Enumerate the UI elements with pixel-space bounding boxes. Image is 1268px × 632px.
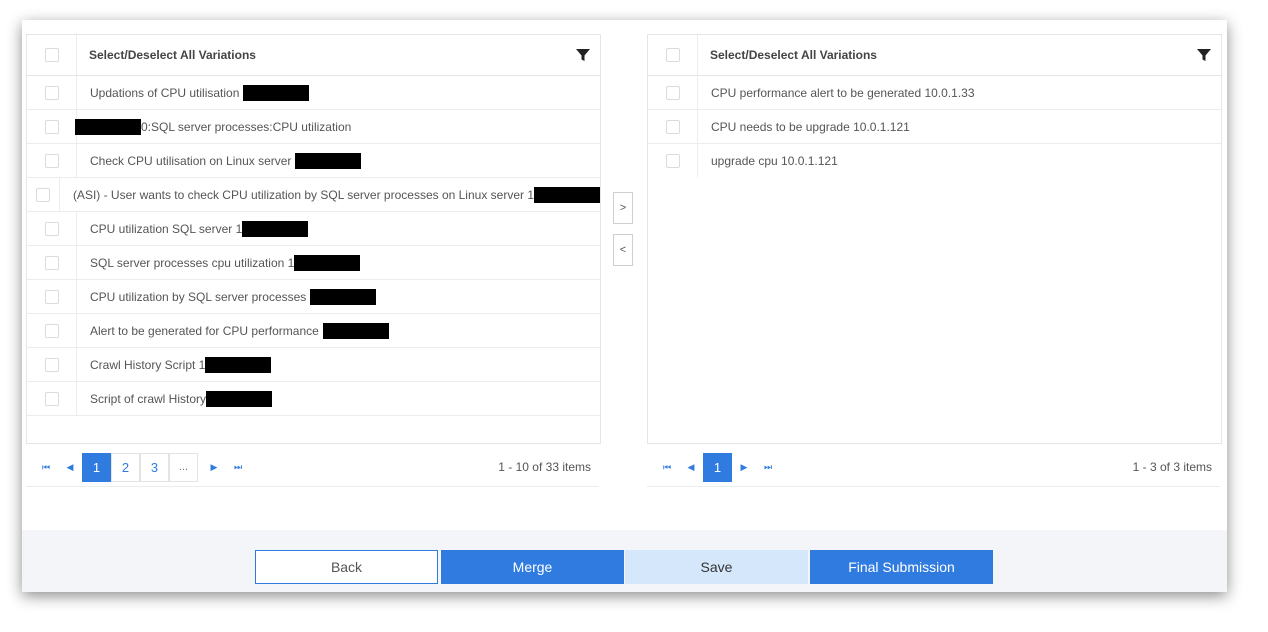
redacted-block: [243, 84, 310, 101]
select-all-checkbox[interactable]: [665, 48, 680, 62]
redacted-block: [206, 390, 273, 407]
page-button-2[interactable]: 2: [111, 452, 140, 482]
grid-header: Select/Deselect All Variations: [648, 35, 1221, 76]
row-label: 0:SQL server processes:CPU utilization: [141, 119, 352, 134]
row-label: CPU performance alert to be generated 10…: [711, 85, 975, 100]
page-button-3[interactable]: 3: [140, 452, 169, 482]
next-page-icon[interactable]: ▶: [732, 462, 756, 473]
filter-icon[interactable]: [1197, 48, 1211, 62]
list-item[interactable]: Crawl History Script 1: [27, 348, 600, 382]
move-left-button[interactable]: <: [613, 234, 633, 266]
row-checkbox[interactable]: [665, 119, 680, 134]
redacted-block: [295, 152, 362, 169]
row-checkbox[interactable]: [44, 153, 59, 168]
final-submission-button[interactable]: Final Submission: [810, 550, 993, 584]
app-frame: Select/Deselect All Variations Updations…: [22, 20, 1227, 592]
row-checkbox[interactable]: [44, 289, 59, 304]
redacted-block: [322, 322, 389, 339]
source-pager: ⏮ ◀ 1 2 3 ... ▶ ⏭ 1 - 10 of 33 items: [26, 448, 599, 487]
redacted-block: [294, 254, 361, 271]
pager-info: 1 - 10 of 33 items: [498, 460, 591, 474]
header-label: Select/Deselect All Variations: [89, 48, 256, 62]
prev-page-icon[interactable]: ◀: [679, 462, 703, 473]
row-checkbox[interactable]: [44, 221, 59, 236]
select-all-cell: [27, 35, 77, 75]
list-item[interactable]: CPU performance alert to be generated 10…: [648, 76, 1221, 110]
page-button-more[interactable]: ...: [169, 452, 198, 482]
row-checkbox[interactable]: [44, 391, 59, 406]
list-item[interactable]: upgrade cpu 10.0.1.121: [648, 144, 1221, 177]
list-item[interactable]: Alert to be generated for CPU performanc…: [27, 314, 600, 348]
row-label: Updations of CPU utilisation: [90, 85, 240, 100]
row-label: Alert to be generated for CPU performanc…: [90, 323, 319, 338]
row-checkbox[interactable]: [35, 187, 50, 202]
select-all-cell: [648, 35, 698, 75]
list-item[interactable]: (ASI) - User wants to check CPU utilizat…: [27, 178, 600, 212]
row-checkbox[interactable]: [44, 323, 59, 338]
list-item[interactable]: Check CPU utilisation on Linux server: [27, 144, 600, 178]
move-right-button[interactable]: >: [613, 192, 633, 224]
row-checkbox[interactable]: [665, 153, 680, 168]
select-all-checkbox[interactable]: [44, 48, 59, 62]
prev-page-icon[interactable]: ◀: [58, 462, 82, 473]
row-checkbox[interactable]: [44, 255, 59, 270]
row-label: (ASI) - User wants to check CPU utilizat…: [72, 187, 534, 202]
selected-variations-grid: Select/Deselect All Variations CPU perfo…: [647, 34, 1222, 444]
list-item[interactable]: CPU needs to be upgrade 10.0.1.121: [648, 110, 1221, 144]
redacted-block: [310, 288, 377, 305]
redacted-block: [242, 220, 309, 237]
merge-button[interactable]: Merge: [441, 550, 624, 584]
page-button-1[interactable]: 1: [82, 452, 111, 482]
list-item[interactable]: Updations of CPU utilisation: [27, 76, 600, 110]
list-item[interactable]: SQL server processes cpu utilization 1: [27, 246, 600, 280]
row-label: Check CPU utilisation on Linux server: [90, 153, 292, 168]
action-footer: Back Merge Save Final Submission: [22, 530, 1227, 592]
next-page-icon[interactable]: ▶: [202, 462, 226, 473]
row-label: Crawl History Script 1: [90, 357, 206, 372]
page-button-1[interactable]: 1: [703, 452, 732, 482]
last-page-icon[interactable]: ⏭: [226, 462, 250, 473]
row-label: Script of crawl History: [90, 391, 207, 406]
header-label: Select/Deselect All Variations: [710, 48, 877, 62]
first-page-icon[interactable]: ⏮: [34, 462, 58, 473]
redacted-block: [205, 356, 272, 373]
grid-header: Select/Deselect All Variations: [27, 35, 600, 76]
first-page-icon[interactable]: ⏮: [655, 462, 679, 473]
list-item[interactable]: CPU utilization by SQL server processes: [27, 280, 600, 314]
pager-info: 1 - 3 of 3 items: [1132, 460, 1212, 474]
row-label: CPU needs to be upgrade 10.0.1.121: [711, 119, 910, 134]
row-checkbox[interactable]: [44, 85, 59, 100]
filter-icon[interactable]: [576, 48, 590, 62]
list-item[interactable]: 0:SQL server processes:CPU utilization: [27, 110, 600, 144]
row-label: SQL server processes cpu utilization 1: [90, 255, 295, 270]
row-label: CPU utilization SQL server 1: [90, 221, 243, 236]
source-variations-grid: Select/Deselect All Variations Updations…: [26, 34, 601, 444]
selected-pager: ⏮ ◀ 1 ▶ ⏭ 1 - 3 of 3 items: [647, 448, 1220, 487]
back-button[interactable]: Back: [255, 550, 438, 584]
save-button[interactable]: Save: [625, 550, 808, 584]
list-item[interactable]: CPU utilization SQL server 1: [27, 212, 600, 246]
row-checkbox[interactable]: [44, 357, 59, 372]
redacted-block: [534, 186, 600, 203]
row-label: upgrade cpu 10.0.1.121: [711, 153, 838, 168]
row-checkbox[interactable]: [44, 119, 59, 134]
row-checkbox[interactable]: [665, 85, 680, 100]
list-item[interactable]: Script of crawl History: [27, 382, 600, 416]
row-label: CPU utilization by SQL server processes: [90, 289, 307, 304]
redacted-block: [75, 118, 141, 135]
last-page-icon[interactable]: ⏭: [756, 462, 780, 473]
